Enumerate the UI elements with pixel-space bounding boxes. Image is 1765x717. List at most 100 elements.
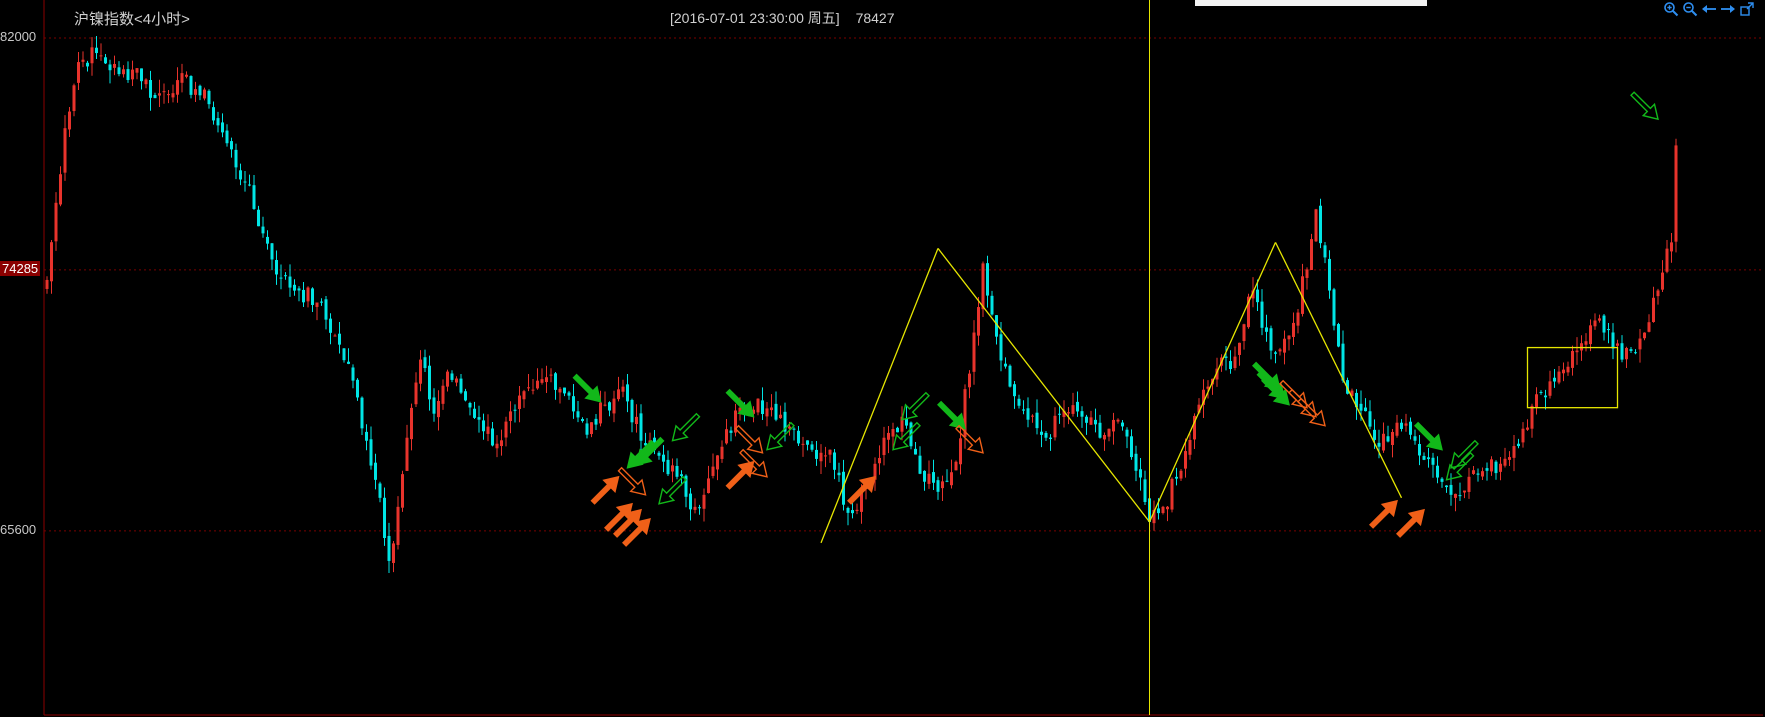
candle-body bbox=[288, 276, 292, 288]
candle-body bbox=[1071, 405, 1075, 414]
candle-body bbox=[1575, 350, 1579, 353]
candle-body bbox=[1337, 324, 1340, 347]
candle-body bbox=[927, 473, 931, 484]
candle-body bbox=[599, 402, 602, 424]
candle-body bbox=[140, 68, 143, 82]
candle-body bbox=[1175, 476, 1178, 479]
candle-body bbox=[342, 348, 346, 361]
candle-body bbox=[1310, 239, 1313, 270]
candle-body bbox=[86, 62, 89, 67]
candle-body bbox=[981, 263, 985, 310]
candle-body bbox=[887, 432, 890, 440]
zoom-out-icon[interactable] bbox=[1682, 1, 1698, 17]
candle-body bbox=[149, 79, 152, 98]
candle-body bbox=[707, 478, 710, 494]
candle-body bbox=[1566, 366, 1570, 373]
candle-body bbox=[248, 184, 251, 186]
candle-body bbox=[612, 398, 616, 414]
candle-body bbox=[324, 299, 328, 320]
candle-body bbox=[1557, 371, 1561, 383]
candle-body bbox=[711, 466, 715, 476]
candle-body bbox=[441, 385, 445, 404]
candle-body bbox=[405, 437, 409, 471]
candle-body bbox=[315, 302, 319, 307]
candle-body bbox=[360, 397, 364, 429]
candle-body bbox=[518, 395, 521, 409]
candle-body bbox=[1269, 328, 1273, 351]
candlestick-chart[interactable] bbox=[0, 0, 1765, 717]
candle-body bbox=[954, 461, 958, 471]
candle-body bbox=[585, 423, 589, 435]
detach-icon[interactable] bbox=[1739, 1, 1755, 17]
candle-body bbox=[1382, 433, 1385, 451]
candle-body bbox=[1130, 436, 1133, 458]
candle-body bbox=[1494, 461, 1498, 474]
candle-body bbox=[356, 379, 359, 398]
candle-body bbox=[1031, 415, 1034, 417]
candle-body bbox=[234, 149, 238, 168]
candle-body bbox=[576, 411, 580, 418]
candle-body bbox=[1319, 205, 1322, 244]
candle-body bbox=[549, 374, 553, 376]
candle-body bbox=[270, 243, 274, 260]
candle-body bbox=[999, 334, 1003, 361]
candle-body bbox=[473, 408, 476, 418]
candle-body bbox=[1067, 412, 1070, 414]
candle-body bbox=[167, 94, 170, 96]
candle-body bbox=[1022, 409, 1025, 411]
candle-body bbox=[833, 452, 836, 470]
candle-body bbox=[1134, 453, 1138, 471]
candle-body bbox=[144, 79, 148, 85]
candle-body bbox=[1260, 301, 1264, 328]
candle-body bbox=[1409, 421, 1412, 435]
candle-body bbox=[153, 95, 157, 99]
candle-body bbox=[1562, 369, 1565, 374]
candle-body bbox=[1287, 335, 1291, 340]
arrow-left-icon[interactable] bbox=[1701, 1, 1717, 17]
candle-body bbox=[495, 443, 499, 449]
candle-body bbox=[1634, 352, 1637, 354]
candle-body bbox=[1436, 465, 1439, 478]
candle-body bbox=[158, 93, 161, 96]
candle-body bbox=[635, 416, 638, 425]
crosshair-datetime: [2016-07-01 23:30:00 周五] bbox=[670, 10, 840, 26]
zoom-in-icon[interactable] bbox=[1663, 1, 1679, 17]
candle-body bbox=[1584, 341, 1588, 345]
candle-body bbox=[689, 493, 692, 510]
candle-body bbox=[756, 398, 760, 413]
candle-body bbox=[1035, 412, 1039, 429]
candle-body bbox=[1080, 411, 1084, 417]
candle-body bbox=[338, 333, 341, 345]
candle-body bbox=[621, 386, 625, 392]
candle-body bbox=[1589, 325, 1592, 345]
candle-body bbox=[131, 69, 134, 80]
candle-body bbox=[792, 428, 796, 430]
candle-body bbox=[1665, 248, 1669, 272]
chart-toolbar bbox=[1663, 1, 1755, 17]
candle-body bbox=[1161, 506, 1165, 514]
candle-body bbox=[306, 287, 310, 302]
candle-body bbox=[455, 378, 458, 383]
arrow-right-icon[interactable] bbox=[1720, 1, 1736, 17]
candle-body bbox=[1638, 338, 1642, 350]
candle-body bbox=[1179, 470, 1183, 479]
candle-body bbox=[846, 507, 850, 513]
candle-body bbox=[230, 141, 233, 150]
candle-body bbox=[126, 69, 130, 80]
candle-body bbox=[1184, 451, 1187, 469]
candle-body bbox=[1314, 209, 1318, 242]
candle-body bbox=[1166, 506, 1169, 510]
candle-body bbox=[1377, 442, 1381, 447]
candle-body bbox=[594, 418, 598, 425]
candle-body bbox=[1629, 349, 1633, 351]
candle-body bbox=[1395, 422, 1399, 436]
candle-body bbox=[824, 455, 827, 457]
candle-body bbox=[1413, 436, 1417, 441]
candle-body bbox=[536, 380, 539, 389]
candle-body bbox=[387, 535, 391, 561]
candle-body bbox=[1512, 446, 1516, 458]
candle-body bbox=[1652, 297, 1655, 323]
candle-body bbox=[1373, 429, 1376, 440]
candle-body bbox=[50, 242, 53, 282]
candle-body bbox=[986, 263, 989, 296]
